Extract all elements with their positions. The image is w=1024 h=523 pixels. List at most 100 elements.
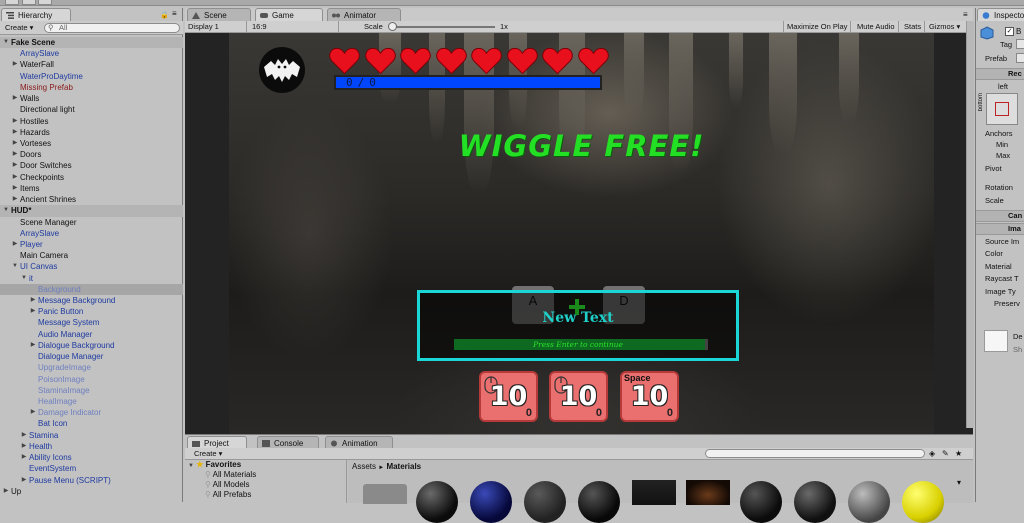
lock-icon[interactable]: 🔒 [160, 11, 169, 19]
material-asset[interactable] [470, 481, 512, 523]
hierarchy-row[interactable]: Directional light [0, 104, 183, 115]
hierarchy-row[interactable]: ▶ Stamina [0, 430, 183, 441]
filter-type-icon[interactable]: ◈ [929, 449, 935, 458]
favorite-item[interactable]: ⚲ All Models [185, 480, 346, 490]
hierarchy-row[interactable]: ▶ Ability Icons [0, 452, 183, 463]
hierarchy-row[interactable]: ▶ Items [0, 183, 183, 194]
hierarchy-row[interactable]: WaterProDaytime [0, 71, 183, 82]
hierarchy-row[interactable]: ▶ Pause Menu (SCRIPT) [0, 475, 183, 486]
material-asset[interactable] [524, 481, 566, 523]
mute-audio-toggle[interactable]: Mute Audio [854, 21, 899, 32]
material-asset[interactable] [902, 481, 944, 523]
collapse-arrow-icon[interactable]: ▶ [2, 486, 10, 497]
favorites-header[interactable]: ▼ ★ Favorites [185, 460, 346, 470]
collapse-arrow-icon[interactable]: ▶ [29, 340, 37, 351]
collapse-arrow-icon[interactable]: ▶ [11, 239, 19, 250]
hierarchy-row[interactable]: PoisonImage [0, 374, 183, 385]
object-name-field[interactable]: B [1016, 27, 1021, 36]
collapse-arrow-icon[interactable]: ▶ [11, 116, 19, 127]
slider-thumb[interactable] [388, 22, 397, 31]
hierarchy-row[interactable]: ▶ Hazards [0, 127, 183, 138]
hierarchy-row[interactable]: Missing Prefab [0, 82, 183, 93]
expand-arrow-icon[interactable]: ▼ [2, 37, 10, 48]
maximize-on-play-toggle[interactable]: Maximize On Play [783, 21, 852, 32]
hierarchy-row[interactable]: Scene Manager [0, 217, 183, 228]
hierarchy-row[interactable]: StaminaImage [0, 385, 183, 396]
collapse-arrow-icon[interactable]: ▶ [11, 138, 19, 149]
collapse-arrow-icon[interactable]: ▶ [11, 59, 19, 70]
collapse-arrow-icon[interactable]: ▶ [11, 160, 19, 171]
expand-arrow-icon[interactable]: ▼ [2, 205, 10, 216]
hierarchy-row[interactable]: Message System [0, 317, 183, 328]
hierarchy-row[interactable]: ▶ Up [0, 486, 183, 497]
hierarchy-row[interactable]: ▶ Panic Button [0, 306, 183, 317]
gizmos-dropdown[interactable]: Gizmos ▾ [926, 21, 963, 32]
hierarchy-row[interactable]: Bat Icon [0, 418, 183, 429]
hierarchy-row[interactable]: ArraySlave [0, 48, 183, 59]
collapse-arrow-icon[interactable]: ▶ [20, 430, 28, 441]
hierarchy-row[interactable]: ▶ Dialogue Background [0, 340, 183, 351]
menu-icon[interactable]: ≡ [172, 9, 177, 18]
tab-hierarchy[interactable]: Hierarchy [1, 8, 71, 21]
material-asset[interactable] [848, 481, 890, 523]
collapse-arrow-icon[interactable]: ▶ [11, 194, 19, 205]
tab-scene[interactable]: Scene [187, 8, 251, 21]
scale-slider[interactable] [388, 22, 495, 31]
material-asset[interactable] [578, 481, 620, 523]
hierarchy-row[interactable]: UpgradeImage [0, 362, 183, 373]
collapse-arrow-icon[interactable]: ▶ [11, 183, 19, 194]
rotate-tool-button[interactable] [38, 0, 52, 5]
move-tool-button[interactable] [22, 0, 36, 5]
material-asset[interactable] [416, 481, 458, 523]
image-component-header[interactable]: Ima [976, 223, 1024, 235]
tab-game[interactable]: Game [255, 8, 323, 21]
collapse-arrow-icon[interactable]: ▶ [11, 93, 19, 104]
collapse-arrow-icon[interactable]: ▶ [29, 295, 37, 306]
anchor-preset-button[interactable] [986, 93, 1018, 125]
filter-label-icon[interactable]: ✎ [942, 449, 949, 458]
hierarchy-row[interactable]: ▶ Ancient Shrines [0, 194, 183, 205]
favorite-item[interactable]: ⚲ All Prefabs [185, 490, 346, 500]
hierarchy-row[interactable]: ▶ Checkpoints [0, 172, 183, 183]
hierarchy-row[interactable]: Dialogue Manager [0, 351, 183, 362]
hierarchy-row[interactable]: ▶ Vorteses [0, 138, 183, 149]
stats-toggle[interactable]: Stats [901, 21, 926, 32]
game-scrollbar[interactable] [966, 21, 974, 428]
hierarchy-row[interactable]: ▶ Doors [0, 149, 183, 160]
display-dropdown[interactable]: Display 1 [185, 21, 247, 32]
favorite-item[interactable]: ⚲ All Materials [185, 470, 346, 480]
star-icon[interactable]: ★ [955, 449, 962, 458]
prefab-button[interactable] [1016, 53, 1024, 63]
hierarchy-row[interactable]: ▶ Player [0, 239, 183, 250]
project-search-input[interactable] [705, 449, 925, 458]
hand-tool-button[interactable] [5, 0, 19, 5]
hierarchy-row[interactable]: ▶ WaterFall [0, 59, 183, 70]
menu-icon[interactable]: ≡ [963, 10, 968, 19]
breadcrumb-current[interactable]: Materials [386, 462, 421, 471]
hierarchy-row[interactable]: ▶ Health [0, 441, 183, 452]
game-canvas[interactable]: 0/0 WIGGLE FREE! A D New Text Press Ente… [229, 33, 934, 434]
collapse-arrow-icon[interactable]: ▶ [29, 407, 37, 418]
tag-dropdown[interactable] [1016, 39, 1024, 49]
hierarchy-row[interactable]: ▼ UI Canvas [0, 261, 183, 272]
texture-asset[interactable] [632, 480, 676, 505]
material-asset[interactable] [740, 481, 782, 523]
hierarchy-row[interactable]: ▼ HUD* [0, 205, 183, 217]
canvas-renderer-header[interactable]: Can [976, 210, 1024, 222]
search-input[interactable]: ⚲ All [44, 23, 180, 33]
hierarchy-row[interactable]: Main Camera [0, 250, 183, 261]
collapse-arrow-icon[interactable]: ▶ [11, 172, 19, 183]
expand-arrow-icon[interactable]: ▼ [11, 261, 19, 272]
create-dropdown[interactable]: Create ▾ [191, 449, 225, 459]
folder-asset[interactable] [363, 484, 407, 504]
hierarchy-row[interactable]: ▶ Message Background [0, 295, 183, 306]
texture-asset[interactable] [686, 480, 730, 505]
hierarchy-row[interactable]: ▶ Door Switches [0, 160, 183, 171]
collapse-arrow-icon[interactable]: ▶ [11, 127, 19, 138]
collapse-arrow-icon[interactable]: ▶ [29, 306, 37, 317]
breadcrumb-root[interactable]: Assets [352, 462, 376, 471]
tab-animator[interactable]: Animator [327, 8, 401, 21]
hierarchy-row[interactable]: Background [0, 283, 183, 296]
game-area[interactable]: 0/0 WIGGLE FREE! A D New Text Press Ente… [185, 33, 973, 434]
tab-inspector[interactable]: Inspecto [977, 8, 1024, 21]
